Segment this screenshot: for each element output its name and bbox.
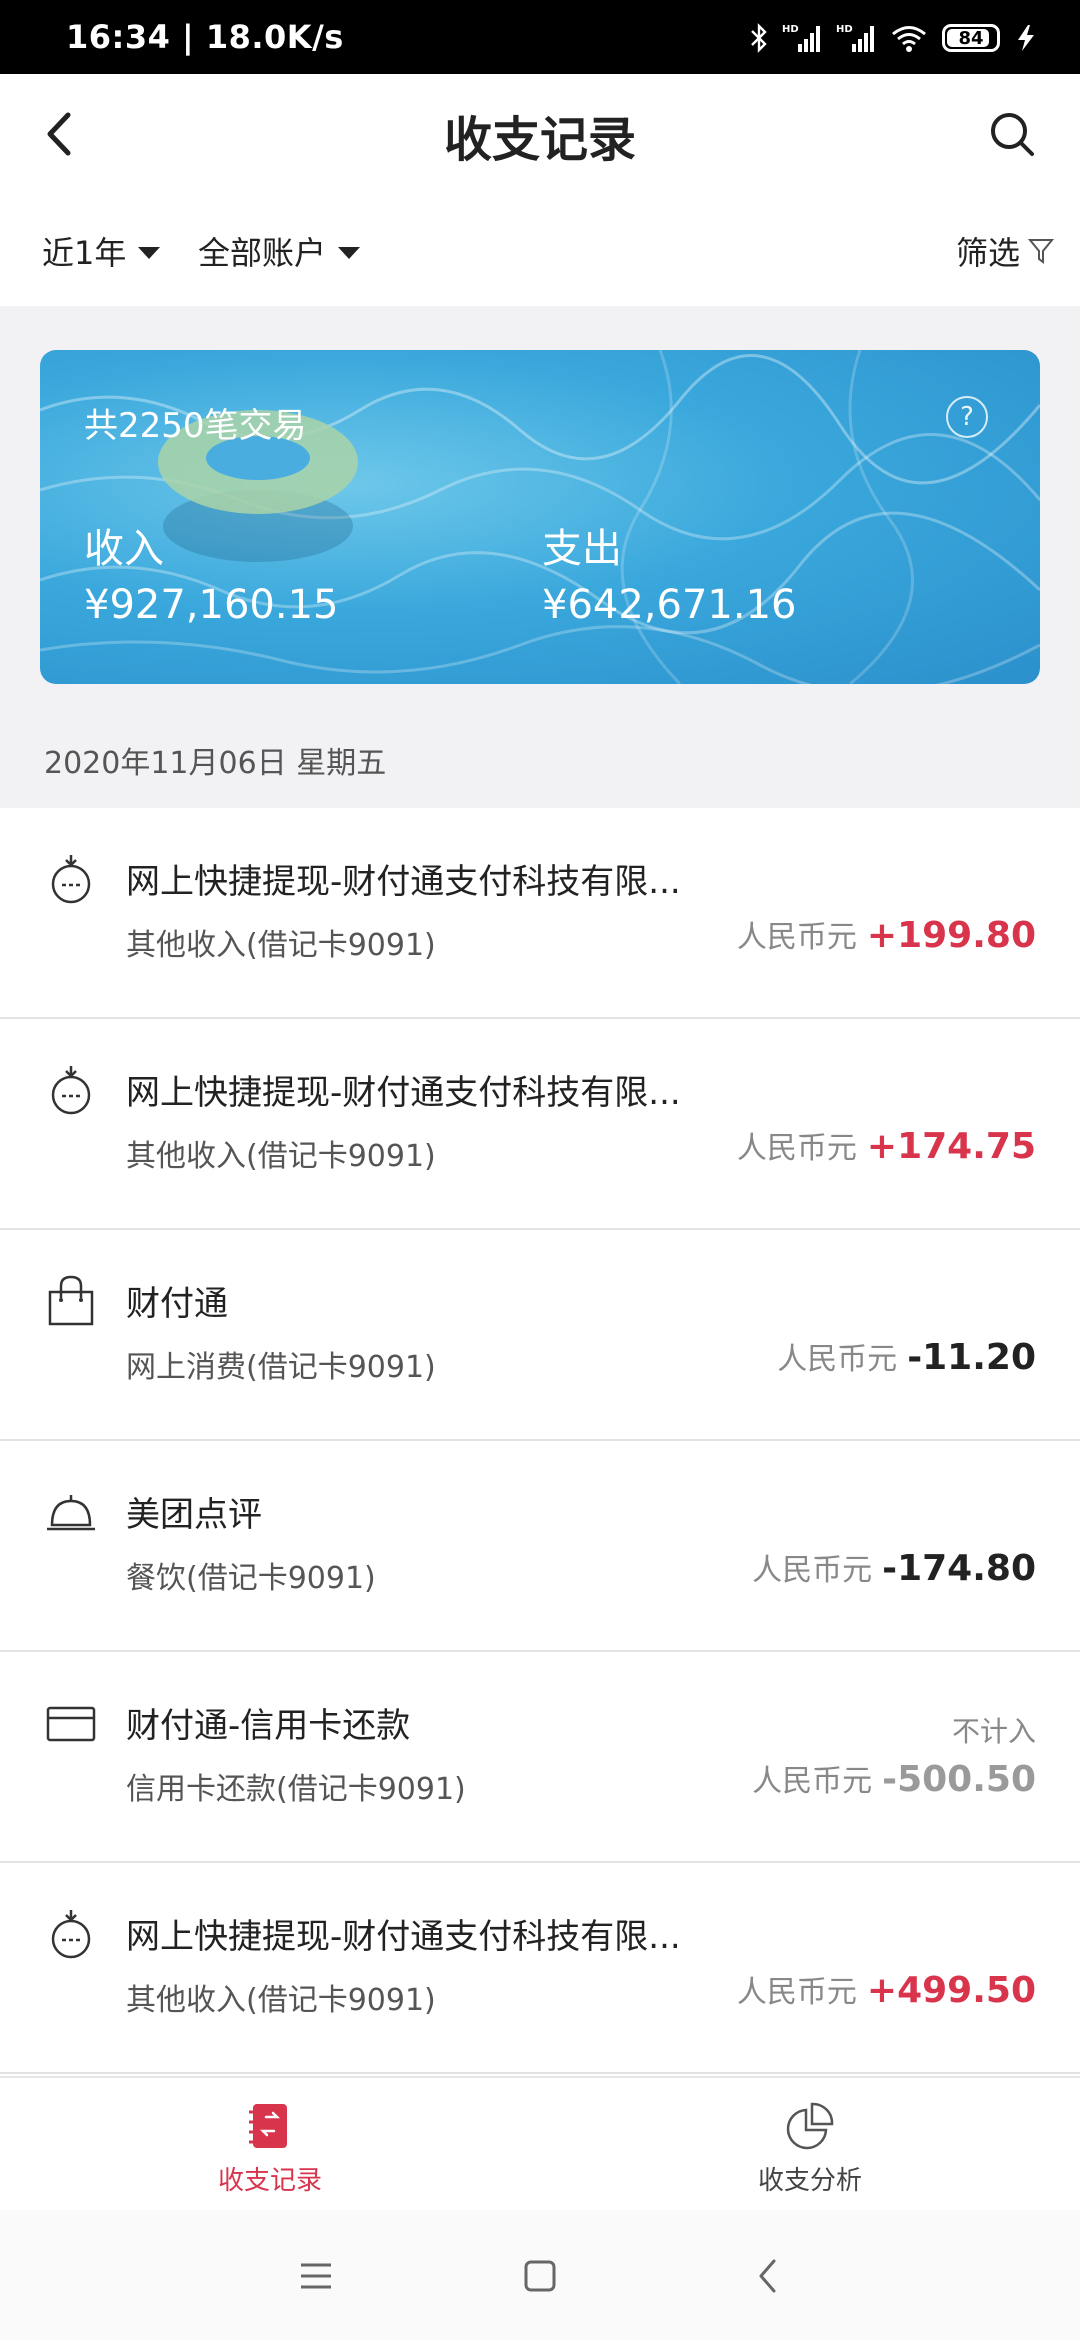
transaction-category: 信用卡还款(借记卡9091) [126, 1772, 466, 1807]
income-clock-icon [51, 1910, 91, 1959]
excluded-note: 不计入 [951, 1715, 1036, 1748]
transaction-list: 网上快捷提现-财付通支付科技有限... 其他收入(借记卡9091) 人民币元 +… [0, 808, 1080, 2074]
income-label: 收入 [84, 526, 164, 572]
transaction-amount: 人民币元 -11.20 [777, 1334, 1036, 1378]
search-icon [991, 113, 1034, 156]
transaction-amount: 人民币元 +199.80 [737, 912, 1036, 956]
transaction-amount: 人民币元 +499.50 [737, 1967, 1036, 2011]
transaction-amount: 人民币元 -174.80 [752, 1545, 1036, 1589]
bottom-tab-bar: 收支记录 收支分析 [0, 2076, 1080, 2210]
filter-bar: 近1年 全部账户 筛选 [0, 198, 1080, 306]
transaction-name: 财付通 [126, 1284, 228, 1324]
transaction-amount: 人民币元 +174.75 [737, 1123, 1036, 1167]
filter-label: 筛选 [955, 234, 1020, 272]
currency-label: 人民币元 [777, 1342, 898, 1377]
menu-icon [301, 2263, 331, 2289]
svg-text:HD: HD [836, 24, 853, 35]
date-label: 2020年11月06日 星期五 [44, 746, 387, 781]
period-label: 近1年 [42, 234, 127, 272]
square-home-icon [524, 2260, 556, 2292]
transaction-row[interactable]: 财付通 网上消费(借记卡9091) 人民币元 -11.20 [0, 1230, 1080, 1441]
svg-text:HD: HD [782, 24, 799, 35]
income-value: ¥927,160.15 [84, 582, 339, 628]
app-header: 收支记录 [0, 74, 1080, 198]
currency-label: 人民币元 [752, 1553, 873, 1588]
caret-down-icon [138, 247, 161, 259]
transaction-row[interactable]: 美团点评 餐饮(借记卡9091) 人民币元 -174.80 [0, 1441, 1080, 1652]
currency-label: 人民币元 [752, 1764, 873, 1799]
page-title: 收支记录 [443, 112, 636, 168]
transaction-name: 财付通-信用卡还款 [126, 1706, 411, 1746]
chevron-left-icon [759, 2259, 776, 2293]
status-time: 16:34 | 18.0K/s [66, 18, 344, 56]
dining-bell-icon [47, 1495, 95, 1531]
date-group-header: 2020年11月06日 星期五 [0, 704, 1080, 808]
transaction-row[interactable]: 网上快捷提现-财付通支付科技有限... 其他收入(借记卡9091) 人民币元 +… [0, 1019, 1080, 1230]
signal-hd-icon: HD [836, 22, 876, 54]
transaction-row[interactable]: 网上快捷提现-财付通支付科技有限... 其他收入(借记卡9091) 人民币元 +… [0, 1863, 1080, 2074]
income-clock-icon [51, 855, 91, 904]
currency-label: 人民币元 [736, 920, 857, 955]
filter-button[interactable]: 筛选 [956, 228, 1054, 274]
signal-hd-icon: HD [782, 22, 822, 54]
income-clock-icon [51, 1066, 91, 1115]
transaction-name: 美团点评 [126, 1495, 262, 1535]
transaction-category: 其他收入(借记卡9091) [126, 1983, 436, 2018]
transaction-category: 其他收入(借记卡9091) [126, 928, 436, 963]
caret-down-icon [338, 247, 361, 259]
transaction-name: 网上快捷提现-财付通支付科技有限... [126, 862, 681, 902]
funnel-icon [1028, 239, 1054, 264]
currency-label: 人民币元 [736, 1975, 857, 2010]
transaction-name: 网上快捷提现-财付通支付科技有限... [126, 1073, 681, 1113]
amount-value: +499.50 [866, 1970, 1036, 2011]
home-button[interactable] [512, 2248, 568, 2304]
account-dropdown[interactable]: 全部账户 [198, 228, 361, 274]
status-icons: HD HD 84 [750, 20, 1040, 56]
pie-chart-icon [786, 2102, 834, 2150]
transaction-category: 其他收入(借记卡9091) [126, 1139, 436, 1174]
transaction-amount: 人民币元 -500.50 [752, 1756, 1036, 1800]
shopping-bag-icon [48, 1275, 94, 1326]
expense-value: ¥642,671.16 [542, 582, 797, 628]
expense-label: 支出 [542, 526, 622, 572]
credit-card-icon [46, 1706, 96, 1742]
amount-value: +174.75 [866, 1126, 1036, 1167]
tab-analysis-label: 收支分析 [757, 2166, 862, 2196]
menu-button[interactable] [288, 2248, 344, 2304]
tab-analysis[interactable]: 收支分析 [540, 2078, 1080, 2212]
transaction-category: 餐饮(借记卡9091) [126, 1561, 376, 1596]
transaction-category: 网上消费(借记卡9091) [126, 1350, 436, 1385]
summary-section: 共2250笔交易 ? 收入 ¥927,160.15 支出 ¥642,671.16 [0, 306, 1080, 704]
amount-value: -500.50 [882, 1759, 1036, 1800]
tab-records[interactable]: 收支记录 [0, 2078, 540, 2212]
transaction-count: 共2250笔交易 [84, 406, 307, 446]
search-button[interactable] [982, 104, 1042, 164]
amount-value: +199.80 [866, 915, 1036, 956]
currency-label: 人民币元 [736, 1131, 857, 1166]
help-icon[interactable]: ? [946, 396, 988, 438]
amount-value: -174.80 [882, 1548, 1036, 1589]
battery-icon: 84 [942, 24, 1000, 52]
wifi-icon [890, 23, 928, 53]
tab-records-label: 收支记录 [217, 2166, 322, 2196]
transaction-row[interactable]: 财付通-信用卡还款 信用卡还款(借记卡9091) 不计入 人民币元 -500.5… [0, 1652, 1080, 1863]
battery-level: 84 [958, 27, 984, 49]
bluetooth-icon [750, 23, 768, 53]
amount-value: -11.20 [907, 1337, 1036, 1378]
charging-icon [1014, 23, 1040, 53]
ledger-icon [249, 2104, 287, 2148]
system-navigation-bar [0, 2210, 1080, 2340]
account-label: 全部账户 [198, 234, 327, 272]
status-bar: 16:34 | 18.0K/s HD HD 84 [0, 0, 1080, 74]
summary-card: 共2250笔交易 ? 收入 ¥927,160.15 支出 ¥642,671.16 [40, 350, 1040, 684]
transaction-name: 网上快捷提现-财付通支付科技有限... [126, 1917, 681, 1957]
transaction-row[interactable]: 网上快捷提现-财付通支付科技有限... 其他收入(借记卡9091) 人民币元 +… [0, 808, 1080, 1019]
system-back-button[interactable] [740, 2248, 796, 2304]
period-dropdown[interactable]: 近1年 [42, 228, 161, 274]
